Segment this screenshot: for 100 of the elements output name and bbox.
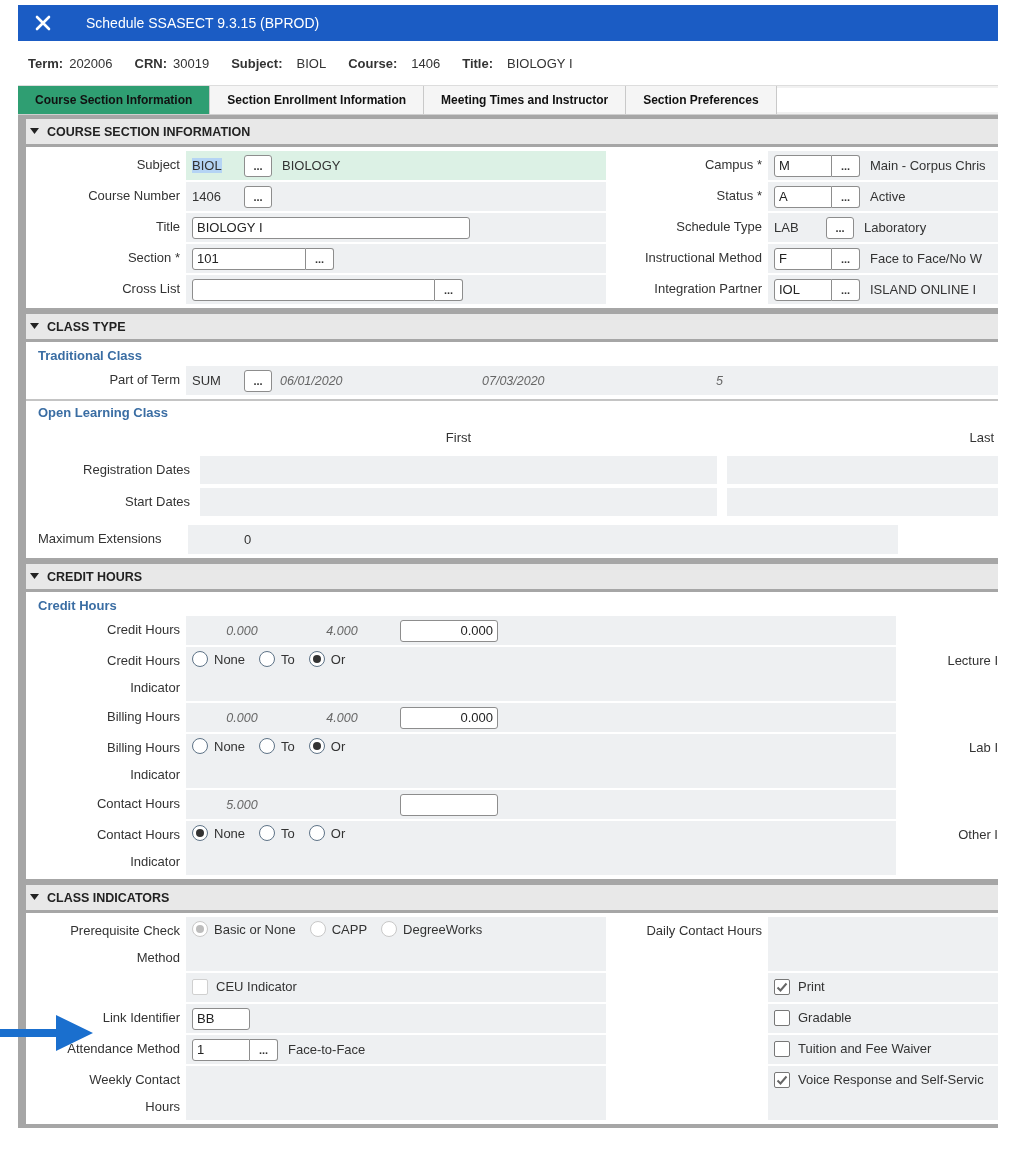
end-date: 07/03/2020	[482, 373, 546, 388]
field-label: Section *	[127, 249, 180, 267]
input-field[interactable]	[400, 793, 498, 816]
radio-button[interactable]	[192, 825, 208, 841]
radio-label: None	[214, 738, 246, 754]
lookup-button[interactable]: ...	[435, 278, 463, 301]
radio-label: None	[214, 651, 246, 667]
section-header[interactable]: CLASS TYPE	[26, 314, 998, 339]
key-label: Title:	[462, 55, 493, 71]
field-value: BIOL	[192, 158, 222, 173]
field-label: Prerequisite Check Method	[69, 922, 180, 967]
radio-label: To	[281, 651, 295, 667]
lookup-button[interactable]: ...	[250, 1038, 278, 1061]
tab[interactable]: Meeting Times and Instructor	[424, 86, 627, 114]
tab[interactable]: Section Enrollment Information	[210, 86, 425, 114]
tab[interactable]: Section Preferences	[626, 86, 777, 114]
field-label: Start Dates	[124, 493, 190, 511]
radio-button[interactable]	[259, 738, 276, 754]
lookup-button[interactable]: ...	[832, 185, 860, 208]
key-value: BIOLOGY I	[507, 55, 573, 71]
lookup-button[interactable]: ...	[832, 278, 860, 301]
field-label: Credit Hours Indicator	[106, 652, 180, 697]
input-field[interactable]: IOL	[774, 278, 832, 301]
key-value: 30019	[173, 55, 210, 71]
lookup-button[interactable]: ...	[832, 247, 860, 270]
field-value: 1406	[192, 189, 221, 204]
lookup-button[interactable]: ...	[244, 369, 272, 392]
field-description: ISLAND ONLINE I	[870, 282, 977, 297]
field-label: Part of Term	[109, 371, 180, 389]
field-label: Subject	[136, 156, 180, 174]
key-label: Term:	[28, 55, 64, 71]
checkbox[interactable]	[774, 1072, 790, 1088]
tab[interactable]: Course Section Information	[18, 86, 211, 114]
field-label: Title	[155, 218, 180, 236]
input-field[interactable]: BB	[192, 1007, 250, 1030]
field-value: LAB	[774, 220, 799, 235]
input-field[interactable]: 101	[192, 247, 306, 270]
key-label: Subject:	[231, 55, 283, 71]
section-header[interactable]: CREDIT HOURS	[26, 564, 998, 589]
field-label: Contact Hours Indicator	[95, 826, 180, 871]
radio-label: CAPP	[331, 921, 368, 937]
input-field[interactable]: 0.000	[400, 706, 498, 729]
field-label: Billing Hours Indicator	[106, 739, 180, 784]
key-label: Course:	[348, 55, 398, 71]
lookup-button[interactable]: ...	[832, 154, 860, 177]
field-label: Instructional Method	[644, 249, 762, 267]
field-label: Registration Dates	[83, 461, 190, 479]
section-title: CLASS TYPE	[47, 319, 126, 334]
input-field[interactable]: BIOLOGY I	[192, 216, 470, 239]
lookup-button[interactable]: ...	[244, 185, 272, 208]
input-field[interactable]: M	[774, 154, 832, 177]
key-value: 202006	[69, 55, 113, 71]
close-icon	[35, 15, 51, 31]
subsection-heading: Open Learning Class	[37, 404, 170, 422]
lookup-button[interactable]: ...	[244, 154, 272, 177]
radio-label: To	[281, 738, 295, 754]
radio-button[interactable]	[192, 738, 208, 754]
field-label: Lecture I	[947, 652, 998, 670]
checkbox-label: Gradable	[798, 1010, 852, 1025]
radio-label: To	[281, 825, 295, 841]
radio-button[interactable]	[308, 738, 325, 754]
field-label: Billing Hours	[107, 708, 180, 726]
radio-button[interactable]	[308, 825, 325, 841]
hours-value: 4.000	[325, 623, 359, 638]
input-field[interactable]: F	[774, 247, 832, 270]
checkbox[interactable]	[774, 1010, 790, 1026]
section-title: COURSE SECTION INFORMATION	[47, 124, 251, 139]
radio-button[interactable]	[192, 651, 208, 667]
field-label: Status *	[716, 187, 762, 205]
field-description: Main - Corpus Chris	[870, 158, 986, 173]
radio-label: Or	[330, 825, 346, 841]
input-field[interactable]: A	[774, 185, 832, 208]
section-header[interactable]: COURSE SECTION INFORMATION	[26, 119, 998, 144]
hours-value: 4.000	[325, 710, 359, 725]
field-label: Integration Partner	[654, 280, 762, 298]
radio-label: None	[214, 825, 246, 841]
field-label: Other I	[958, 826, 998, 844]
subsection-heading: Traditional Class	[37, 347, 144, 365]
radio-label: DegreeWorks	[403, 921, 483, 937]
checkbox[interactable]	[774, 979, 790, 995]
field-label: Cross List	[122, 280, 180, 298]
input-field[interactable]	[192, 278, 435, 301]
section-header[interactable]: CLASS INDICATORS	[26, 885, 998, 910]
field-label: Attendance Method	[67, 1040, 180, 1058]
field-description: Active	[870, 189, 906, 204]
field-label: Link Identifier	[102, 1009, 180, 1027]
checkbox[interactable]	[774, 1041, 790, 1057]
radio-button[interactable]	[259, 651, 276, 667]
hours-value: 0.000	[225, 710, 259, 725]
field-label: Campus *	[704, 156, 762, 174]
section-title: CLASS INDICATORS	[47, 890, 170, 905]
input-field[interactable]: 0.000	[400, 619, 498, 642]
lookup-button[interactable]: ...	[306, 247, 334, 270]
key-label: CRN:	[134, 55, 168, 71]
radio-button[interactable]	[308, 651, 325, 667]
radio-button[interactable]	[259, 825, 276, 841]
field-label: Schedule Type	[676, 218, 762, 236]
input-field[interactable]: 1	[192, 1038, 250, 1061]
lookup-button[interactable]: ...	[826, 216, 854, 239]
field-label: Weekly Contact Hours	[88, 1071, 180, 1116]
